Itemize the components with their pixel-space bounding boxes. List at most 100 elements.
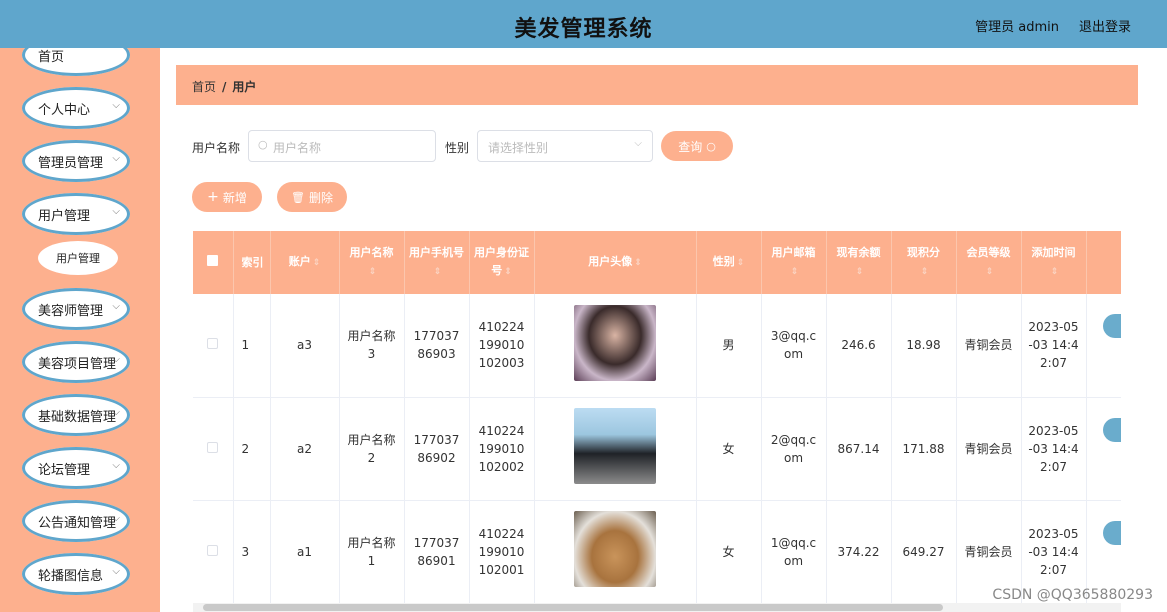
cell-points: 171.88 [891,397,957,501]
cell-idcard: 410224199010102003 [469,294,535,398]
sidebar-item-projects[interactable]: 美容项目管理 ⌵ [22,341,130,383]
cell-account: a1 [270,500,340,604]
chevron-down-icon: ⌵ [112,301,120,312]
sidebar-item-carousel[interactable]: 轮播图信息 ⌵ [22,553,130,595]
logout-link[interactable]: 退出登录 [1079,16,1131,35]
delete-button[interactable]: 🗑 删除 [277,182,347,212]
sidebar-item-label: 美容师管理 [38,303,104,319]
row-checkbox[interactable] [193,397,234,501]
cell-name: 用户名称1 [339,500,405,604]
column-header[interactable]: 账户 ⇕ [270,231,340,294]
column-header[interactable]: 用户头像 ⇕ [534,231,697,294]
view-button[interactable] [1102,417,1121,442]
cell-account: a3 [270,294,340,398]
sort-icon: ⇕ [1050,267,1059,277]
query-button-label: 查询 [678,139,703,154]
top-header: 美发管理系统 管理员 admin 退出登录 [0,0,1167,48]
cell-name: 用户名称2 [339,397,405,501]
column-header[interactable]: 用户身份证号 ⇕ [469,231,535,294]
column-header[interactable]: 用户邮箱 ⇕ [761,231,827,294]
column-header[interactable]: 性别 ⇕ [696,231,762,294]
sort-icon: ⇕ [433,267,442,277]
name-search-placeholder: 用户名称 [273,141,322,155]
column-header[interactable]: 用户名称 ⇕ [339,231,405,294]
sort-icon: ⇕ [855,267,864,277]
row-checkbox[interactable] [193,294,234,398]
table-row[interactable]: 3 a1 用户名称1 17703786901 41022419901010200… [193,500,1121,604]
sidebar-item-users[interactable]: 用户管理 ⌵ [22,193,130,235]
view-button[interactable] [1102,520,1121,545]
user-table: 索引 账户 ⇕ 用户名称 ⇕ 用户手机号⇕ 用户身份证号 ⇕ 用户头像 ⇕ 性别 ⇕ 用户… [193,231,1121,612]
table-row[interactable]: 2 a2 用户名称2 17703786902 41022419901010200… [193,397,1121,501]
cell-idcard: 410224199010102002 [469,397,535,501]
trash-icon: 🗑 [291,190,305,204]
cell-gender: 女 [696,500,762,604]
sort-icon: ⇕ [368,267,377,277]
sidebar-item-admin[interactable]: 管理员管理 ⌵ [22,140,130,182]
sidebar-item-label: 用户管理 [38,208,91,224]
query-button[interactable]: 查询 ○ [661,131,733,161]
sort-icon: ⇕ [920,267,929,277]
column-header[interactable]: 索引 [233,231,271,294]
cell-points: 649.27 [891,500,957,604]
breadcrumb-current: 用户 [232,80,257,94]
chevron-down-icon: ⌵ [112,206,120,217]
avatar[interactable] [574,511,656,587]
name-filter-label: 用户名称 [192,141,241,155]
cell-balance: 867.14 [826,397,892,501]
sidebar-item-base-data[interactable]: 基础数据管理 ⌵ [22,394,130,436]
sidebar-subitem-users[interactable]: 用户管理 [38,241,118,275]
chevron-down-icon: ⌵ [112,100,120,111]
column-header[interactable]: 现有余额 ⇕ [826,231,892,294]
search-icon: ○ [706,139,716,153]
column-header[interactable]: 添加时间 ⇕ [1021,231,1087,294]
cell-email: 2@qq.com [761,397,827,501]
sidebar-item-beauticians[interactable]: 美容师管理 ⌵ [22,288,130,330]
breadcrumb-home[interactable]: 首页 [192,80,216,94]
view-button[interactable] [1102,314,1121,338]
avatar[interactable] [574,304,656,381]
table-horizontal-scrollbar[interactable] [193,603,1121,612]
sort-icon: ⇕ [312,258,321,268]
search-icon: ○ [258,138,268,151]
cell-name: 用户名称3 [339,294,405,398]
table-header-row: 索引 账户 ⇕ 用户名称 ⇕ 用户手机号⇕ 用户身份证号 ⇕ 用户头像 ⇕ 性别 ⇕ 用户… [193,231,1121,294]
cell-avatar [534,294,697,398]
breadcrumb: 首页 / 用户 [176,65,1138,105]
chevron-down-icon: ⌵ [634,138,642,149]
avatar[interactable] [574,408,656,484]
row-checkbox[interactable] [193,500,234,604]
sort-icon: ⇕ [634,258,642,268]
cell-email: 3@qq.com [761,294,827,398]
cell-account: a2 [270,397,340,501]
cell-phone: 17703786901 [404,500,470,604]
name-search-input[interactable]: ○ 用户名称 [248,130,436,162]
cell-avatar [534,500,697,604]
sort-icon: ⇕ [736,258,745,268]
column-header[interactable]: 会员等级 ⇕ [956,231,1022,294]
select-all-checkbox[interactable] [193,231,234,294]
cell-email: 1@qq.com [761,500,827,604]
cell-avatar [534,397,697,501]
sidebar-item-profile[interactable]: 个人中心 ⌵ [22,87,130,129]
sidebar-item-label: 公告通知管理 [38,515,117,531]
scrollbar-thumb[interactable] [203,604,943,611]
sidebar-item-label: 美容项目管理 [38,356,117,372]
cell-time: 2023-05-03 14:42:07 [1021,397,1087,501]
table-row[interactable]: 1 a3 用户名称3 17703786903 41022419901010200… [193,294,1121,398]
sidebar-item-notices[interactable]: 公告通知管理 ⌵ [22,500,130,542]
column-header[interactable]: 现积分 ⇕ [891,231,957,294]
cell-actions [1086,397,1121,501]
sidebar-item-home[interactable]: 首页 [22,48,130,76]
sidebar-item-label: 轮播图信息 [38,568,104,584]
plus-icon: + [207,189,219,205]
column-header[interactable]: 用户手机号⇕ [404,231,470,294]
add-button[interactable]: + 新增 [192,182,262,212]
sidebar-item-forum[interactable]: 论坛管理 ⌵ [22,447,130,489]
cell-time: 2023-05-03 14:42:07 [1021,294,1087,398]
gender-select[interactable]: 请选择性别 ⌵ [477,130,653,162]
cell-index: 3 [233,500,271,604]
sidebar-item-label: 管理员管理 [38,155,104,171]
chevron-down-icon: ⌵ [112,513,120,524]
cell-level: 青铜会员 [956,397,1022,501]
